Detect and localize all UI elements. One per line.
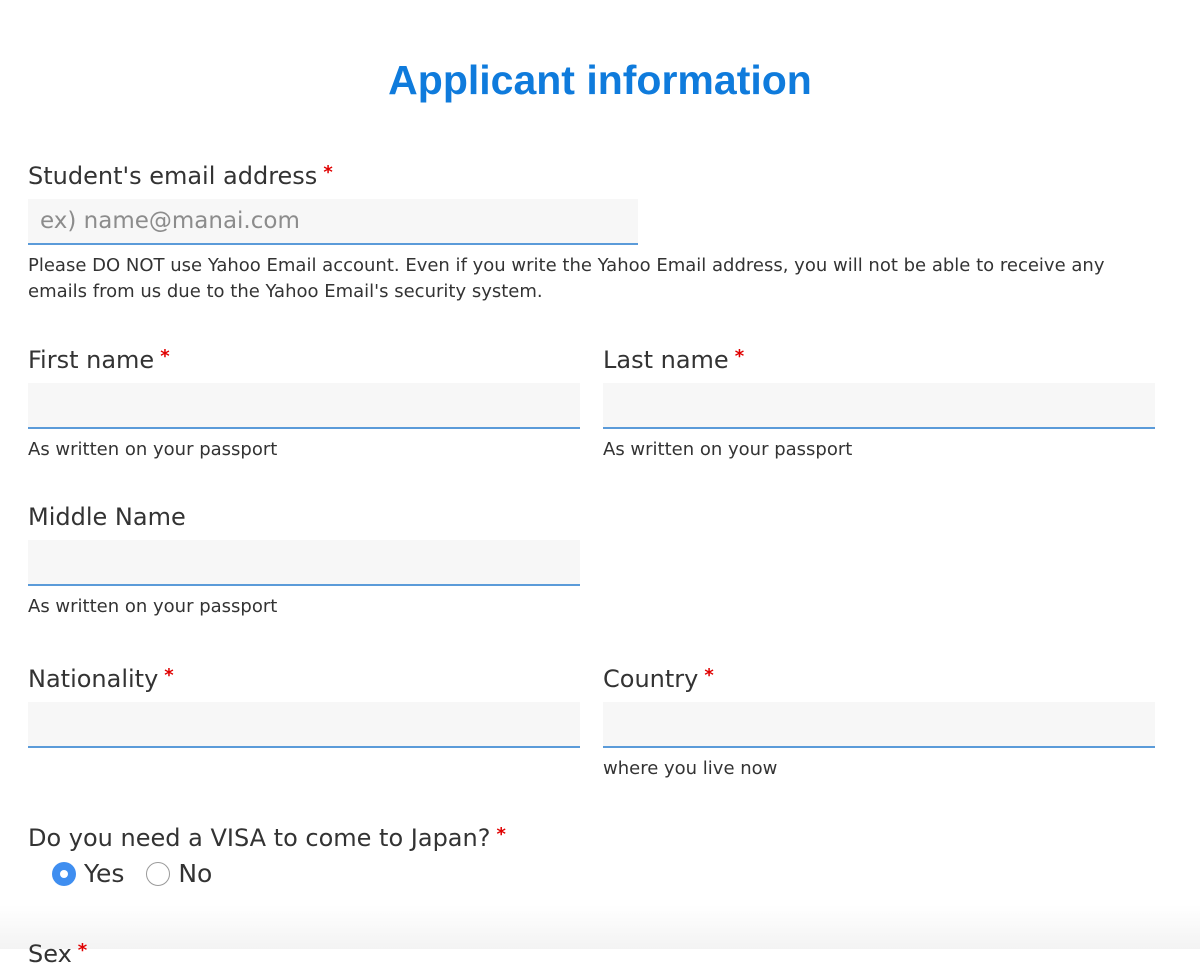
- radio-button-no[interactable]: [146, 862, 171, 886]
- email-help-text: Please DO NOT use Yahoo Email account. E…: [28, 255, 1105, 302]
- country-label-text: Country: [603, 665, 699, 693]
- middle-name-label: Middle Name: [28, 503, 186, 531]
- country-label: Country *: [603, 661, 1155, 694]
- middle-name-input[interactable]: [28, 540, 580, 586]
- first-name-label: First name *: [28, 342, 580, 375]
- nationality-label-text: Nationality: [28, 665, 159, 693]
- nationality-input[interactable]: [28, 702, 580, 748]
- first-name-label-text: First name: [28, 346, 155, 374]
- visa-option-no-label: No: [178, 859, 213, 888]
- required-asterisk: *: [160, 346, 170, 367]
- last-name-label: Last name *: [603, 342, 1155, 375]
- email-field-group: Student's email address* Please DO NOT u…: [28, 158, 1168, 305]
- middle-name-help-text: As written on your passport: [28, 596, 278, 617]
- required-asterisk: *: [164, 665, 174, 686]
- required-asterisk: *: [496, 824, 506, 845]
- visa-option-yes-label: Yes: [84, 859, 125, 888]
- first-name-input[interactable]: [28, 383, 580, 429]
- visa-field-group: Do you need a VISA to come to Japan? * Ye…: [28, 820, 506, 889]
- last-name-help-text: As written on your passport: [603, 439, 853, 460]
- first-name-help-text: As written on your passport: [28, 439, 278, 460]
- visa-label-text: Do you need a VISA to come to Japan?: [28, 824, 491, 852]
- required-asterisk: *: [77, 940, 88, 961]
- required-asterisk: *: [323, 162, 333, 183]
- page-title: Applicant information: [388, 57, 812, 103]
- nationality-label: Nationality *: [28, 661, 580, 694]
- email-label: Student's email address *: [28, 158, 1168, 191]
- email-input[interactable]: [28, 199, 638, 245]
- country-input[interactable]: [603, 702, 1155, 748]
- email-label-text: Student's email address: [28, 162, 318, 190]
- visa-label: Do you need a VISA to come to Japan? *: [28, 820, 506, 853]
- middle-name-field-group: Middle Name As written on your passport: [28, 502, 580, 620]
- nationality-field-group: Nationality *: [28, 661, 580, 748]
- required-asterisk: *: [734, 346, 745, 367]
- first-name-field-group: First name * As written on your passport: [28, 342, 580, 463]
- sex-label-partial: Sex *: [28, 936, 87, 969]
- visa-radio-group: Yes No: [52, 859, 506, 889]
- sex-label-text: Sex: [28, 940, 72, 968]
- last-name-field-group: Last name * As written on your passport: [603, 342, 1155, 463]
- last-name-label-text: Last name: [603, 346, 729, 374]
- required-asterisk: *: [704, 665, 714, 686]
- visa-option-no[interactable]: No: [146, 859, 212, 889]
- visa-option-yes[interactable]: Yes: [52, 859, 124, 889]
- radio-button-yes[interactable]: [52, 862, 76, 886]
- last-name-input[interactable]: [603, 383, 1155, 429]
- country-field-group: Country * where you live now: [603, 661, 1155, 782]
- country-help-text: where you live now: [603, 758, 778, 779]
- bottom-fade: [0, 905, 1200, 949]
